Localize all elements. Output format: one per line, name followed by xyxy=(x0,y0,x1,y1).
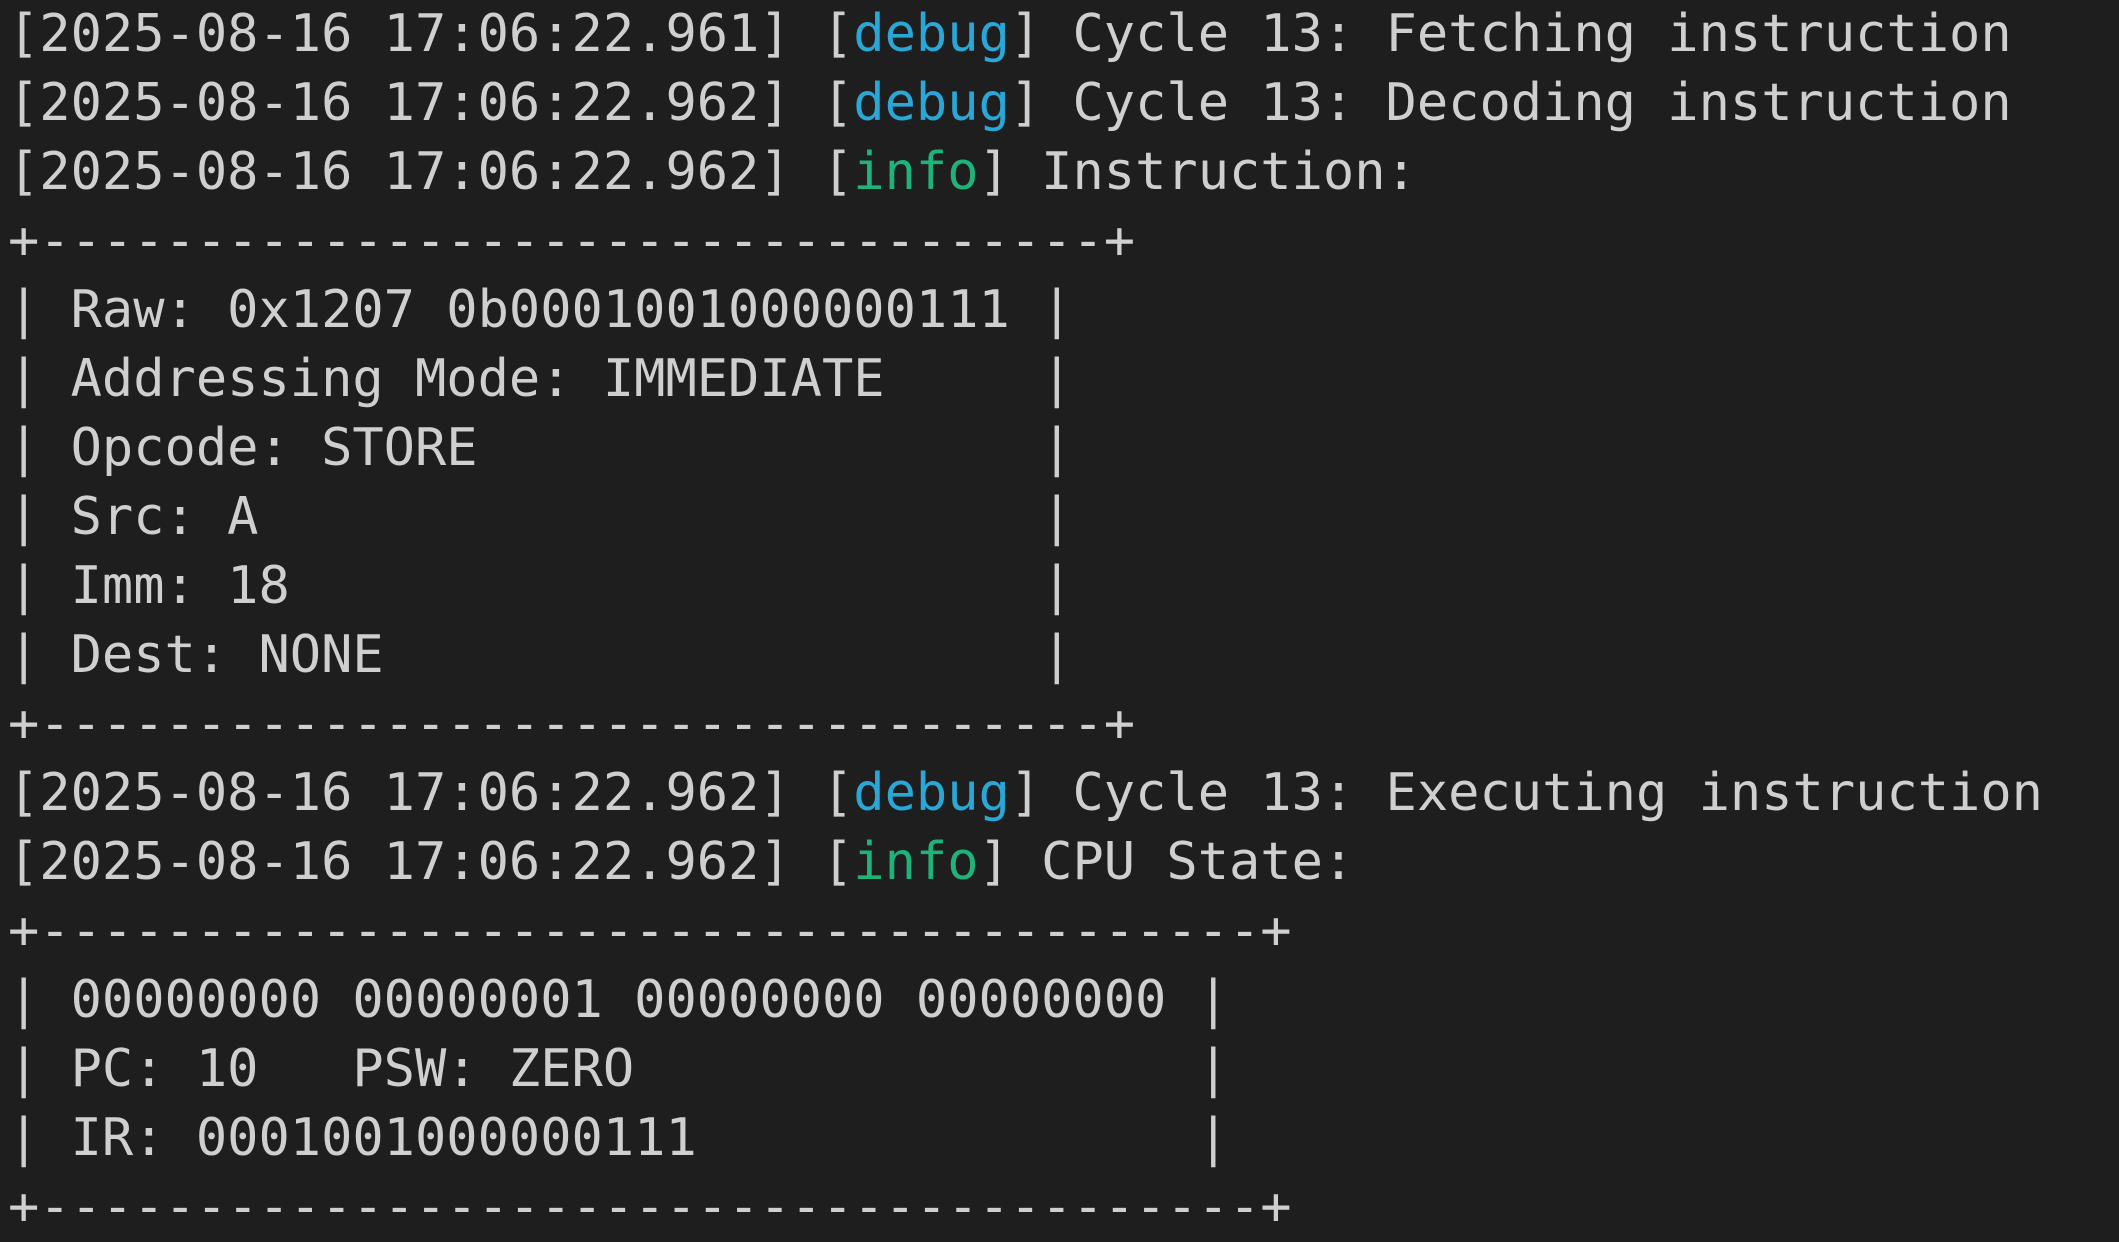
instruction-raw-row: | Raw: 0x1207 0b0001001000000111 | xyxy=(8,280,1073,340)
log-line-debug-execute: [2025-08-16 17:06:22.962] [debug] Cycle … xyxy=(8,763,2043,823)
cpu-ir-row: | IR: 0001001000000111 | xyxy=(8,1108,1229,1168)
log-level-info: info xyxy=(853,142,979,202)
log-level-debug: debug xyxy=(853,763,1010,823)
log-message: Instruction: xyxy=(1041,142,1417,202)
log-level-debug: debug xyxy=(853,73,1010,133)
instruction-imm-row: | Imm: 18 | xyxy=(8,556,1073,616)
log-level-debug: debug xyxy=(853,4,1010,64)
log-timestamp: [2025-08-16 17:06:22.962] xyxy=(8,832,791,892)
cpu-state-box-border-top: +---------------------------------------… xyxy=(8,901,1292,961)
log-timestamp: [2025-08-16 17:06:22.962] xyxy=(8,142,791,202)
log-message: CPU State: xyxy=(1041,832,1355,892)
log-level-info: info xyxy=(853,832,979,892)
log-timestamp: [2025-08-16 17:06:22.962] xyxy=(8,763,791,823)
cpu-registers-row: | 00000000 00000001 00000000 00000000 | xyxy=(8,970,1229,1030)
cpu-state-box-border-bottom: +---------------------------------------… xyxy=(8,1177,1292,1237)
instruction-addressing-mode-row: | Addressing Mode: IMMEDIATE | xyxy=(8,349,1073,409)
log-line-info-instruction: [2025-08-16 17:06:22.962] [info] Instruc… xyxy=(8,142,1417,202)
log-message: Cycle 13: Fetching instruction xyxy=(1072,4,2012,64)
log-message: Cycle 13: Decoding instruction xyxy=(1072,73,2012,133)
instruction-box-border-top: +----------------------------------+ xyxy=(8,211,1136,271)
log-message: Cycle 13: Executing instruction xyxy=(1072,763,2043,823)
terminal-output: [2025-08-16 17:06:22.961] [debug] Cycle … xyxy=(8,0,2113,1237)
log-line-debug-fetch: [2025-08-16 17:06:22.961] [debug] Cycle … xyxy=(8,4,2012,64)
instruction-opcode-row: | Opcode: STORE | xyxy=(8,418,1073,478)
log-timestamp: [2025-08-16 17:06:22.961] xyxy=(8,4,791,64)
log-line-info-cpu-state: [2025-08-16 17:06:22.962] [info] CPU Sta… xyxy=(8,832,1355,892)
instruction-box-border-bottom: +----------------------------------+ xyxy=(8,694,1136,754)
cpu-pc-psw-row: | PC: 10 PSW: ZERO | xyxy=(8,1039,1229,1099)
log-line-debug-decode: [2025-08-16 17:06:22.962] [debug] Cycle … xyxy=(8,73,2012,133)
instruction-dest-row: | Dest: NONE | xyxy=(8,625,1073,685)
log-timestamp: [2025-08-16 17:06:22.962] xyxy=(8,73,791,133)
instruction-src-row: | Src: A | xyxy=(8,487,1073,547)
